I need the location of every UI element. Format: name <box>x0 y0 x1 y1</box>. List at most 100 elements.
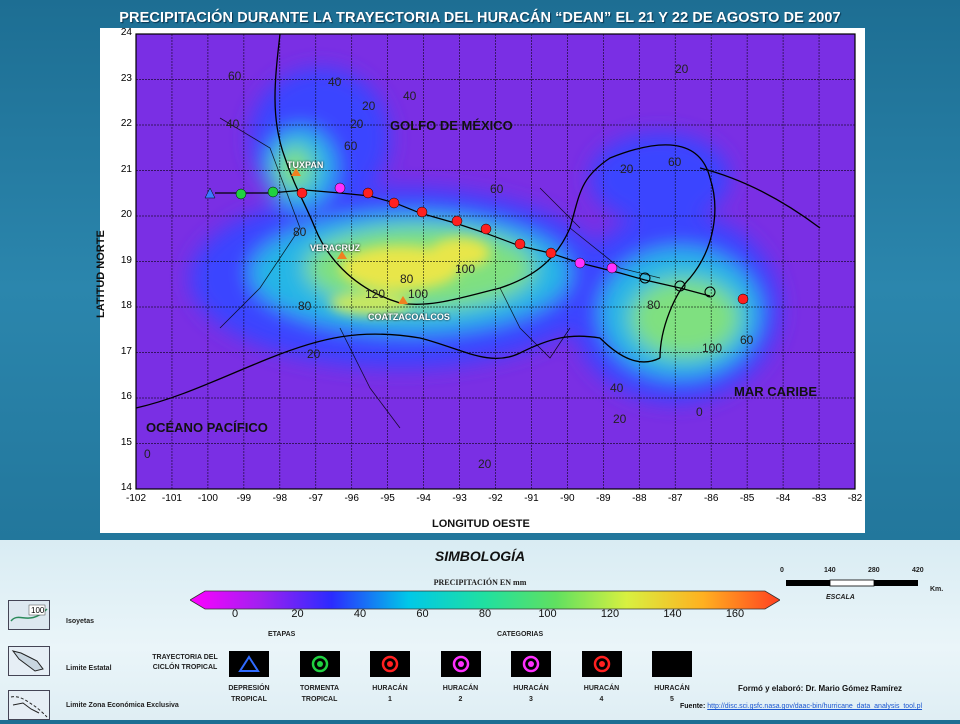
isoline-label: 80 <box>400 272 414 286</box>
colorbar <box>190 590 780 610</box>
x-axis-label: LONGITUD OESTE <box>432 518 530 530</box>
lat-tick-label: 18 <box>120 300 132 311</box>
isoline-label: 100 <box>455 262 475 276</box>
lat-tick-label: 14 <box>120 482 132 493</box>
lat-tick-label: 23 <box>120 72 132 84</box>
lon-tick-label: -90 <box>560 493 575 504</box>
label-golfo-de-mexico: GOLFO DE MÉXICO <box>390 118 513 133</box>
track-marker-h1 <box>388 197 400 209</box>
source-line: Fuente: http://disc.sci.gsfc.nasa.gov/da… <box>680 703 922 710</box>
isoline-label: 60 <box>344 139 358 153</box>
lat-tick-label: 19 <box>120 254 132 266</box>
lon-tick-label: -96 <box>344 493 359 504</box>
limite-estatal-thumbnail <box>8 646 50 676</box>
track-marker-h1 <box>545 247 557 259</box>
stage-label-line2: 3 <box>529 696 533 703</box>
stage-label-line1: HURACÁN <box>513 685 549 692</box>
colorbar-tick-label: 120 <box>600 608 620 620</box>
limite-estatal-label: Limite Estatal <box>66 665 112 672</box>
isoline-label: 60 <box>490 182 504 196</box>
lat-tick-label: 16 <box>120 391 132 402</box>
stage-label-line1: TORMENTA <box>299 685 340 692</box>
trajectory-label: TRAYECTORIA DEL CICLÓN TROPICAL <box>152 654 218 671</box>
lon-tick-label: -89 <box>596 493 611 504</box>
hurricane-2-icon <box>440 651 481 677</box>
label-oceano-pacifico: OCÉANO PACÍFICO <box>146 420 268 435</box>
stage-label-line2: 2 <box>458 696 463 703</box>
isoline-label: 40 <box>328 75 342 89</box>
colorbar-tick-label: 160 <box>725 608 745 620</box>
stage-label: HURACÁN 2 <box>426 683 496 705</box>
stage-label: HURACÁN 4 <box>567 683 637 705</box>
isoline-label: 80 <box>647 298 661 312</box>
isoline-label: 20 <box>478 457 492 471</box>
isoline-label: 40 <box>403 89 417 103</box>
storm-icon <box>299 651 340 677</box>
page-title: PRECIPITACIÓN DURANTE LA TRAYECTORIA DEL… <box>119 10 841 26</box>
label-veracruz: VERACRUZ <box>310 243 361 253</box>
isoline-label: 40 <box>610 381 624 395</box>
hurricane-3-icon <box>511 651 551 677</box>
hurricane-1-icon <box>370 651 410 677</box>
hurricane-5-icon <box>652 651 692 677</box>
isoline-label: 20 <box>620 162 634 176</box>
lon-tick-label: -97 <box>308 493 323 504</box>
isoline-label: 60 <box>668 155 682 169</box>
etapas-label: ETAPAS <box>268 631 296 638</box>
stage-label: TORMENTA TROPICAL <box>285 683 355 705</box>
y-axis-label: LATITUD NORTE <box>95 230 107 318</box>
label-mar-caribe: MAR CARIBE <box>734 384 818 399</box>
lon-tick-label: -99 <box>236 493 252 504</box>
lat-tick-label: 24 <box>120 27 132 38</box>
lon-tick-label: -87 <box>668 493 683 504</box>
triangle-icon <box>229 651 269 677</box>
scale-tick-label: 280 <box>868 567 880 574</box>
track-marker-h2 <box>334 182 346 194</box>
stage-label-line1: HURACÁN <box>583 685 620 692</box>
isoline-label: 60 <box>228 69 242 83</box>
source-label: Fuente: <box>680 703 706 710</box>
lon-tick-label: -98 <box>272 493 288 504</box>
track-marker-storm <box>267 186 279 198</box>
isoline-label: 100 <box>408 287 428 301</box>
source-link[interactable]: http://disc.sci.gsfc.nasa.gov/daac-bin/h… <box>707 703 922 710</box>
lon-tick-label: -86 <box>703 493 719 504</box>
isoline-label: 60 <box>740 333 754 347</box>
track-marker-h3 <box>606 262 618 274</box>
legend-heading: SIMBOLOGÍA <box>434 548 526 564</box>
colorbar-tick-label: 60 <box>416 608 429 620</box>
label-coatzacoalcos: COATZACOALCOS <box>368 312 450 322</box>
stage-label-line1: DEPRESIÓN <box>228 685 270 692</box>
isoline-label: 40 <box>226 117 240 131</box>
track-marker-h1 <box>514 238 526 250</box>
stage-label: HURACÁN 3 <box>496 683 566 705</box>
scale-tick-label: 0 <box>780 567 784 574</box>
isoline-label: 100 <box>702 341 722 355</box>
lon-tick-label: -102 <box>125 493 146 504</box>
lon-tick-label: -84 <box>775 493 791 504</box>
lon-tick-label: -100 <box>197 493 218 504</box>
isoline-label: 120 <box>365 287 385 301</box>
colorbar-tick-label: 100 <box>538 608 557 620</box>
lat-tick-label: 17 <box>120 345 132 357</box>
track-marker-h1 <box>451 215 463 227</box>
isoline-label: 20 <box>362 99 376 113</box>
lat-tick-label: 22 <box>120 118 132 129</box>
scale-bar <box>786 579 918 587</box>
stage-label: HURACÁN 1 <box>355 683 425 705</box>
credits: Formó y elaboró: Dr. Mario Gómez Ramírez <box>738 684 903 693</box>
colorbar-tick-label: 20 <box>291 608 304 620</box>
limite-zee-label: Limite Zona Económica Exclusiva <box>66 702 179 709</box>
lat-tick-label: 21 <box>120 163 132 175</box>
lon-tick-label: -88 <box>632 493 647 504</box>
track-marker-h1 <box>296 187 308 199</box>
colorbar-tick-label: 40 <box>353 608 367 620</box>
categorias-label: CATEGORIAS <box>497 631 544 638</box>
lon-tick-label: -93 <box>452 493 467 504</box>
stage-label: HURACÁN 5 <box>637 683 707 705</box>
stage-label-line2: 1 <box>388 696 392 703</box>
stage-label-line2: 4 <box>599 696 604 703</box>
isoline-label: 20 <box>613 412 627 426</box>
track-marker-storm <box>235 188 247 200</box>
isoline-label: 0 <box>144 447 151 461</box>
